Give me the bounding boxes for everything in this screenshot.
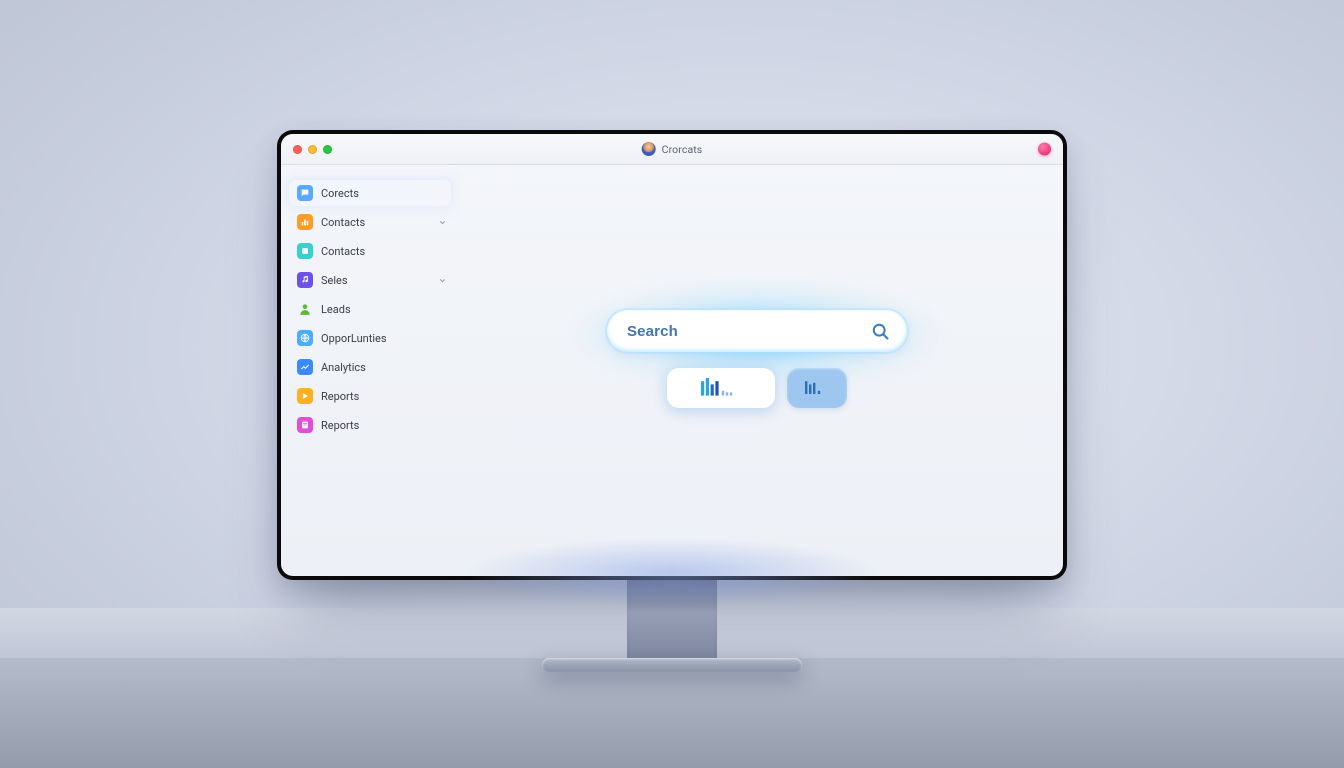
monitor: Crorcats Corects (277, 130, 1067, 672)
quick-chips (667, 368, 847, 408)
chart-chip-a[interactable] (667, 368, 775, 408)
analytics-icon (297, 359, 313, 375)
sidebar: Corects Contacts (281, 165, 451, 576)
chevron-down-icon (438, 275, 447, 288)
sidebar-item-sales[interactable]: Seles (289, 267, 451, 293)
chevron-down-icon (438, 217, 447, 230)
sidebar-item-corects[interactable]: Corects (289, 180, 451, 206)
bars-icon (701, 376, 741, 400)
titlebar-actions (1038, 143, 1051, 156)
sidebar-item-reports-2[interactable]: Reports (289, 412, 451, 438)
chart-chip-b[interactable] (787, 368, 847, 408)
person-icon (297, 301, 313, 317)
monitor-frame: Crorcats Corects (277, 130, 1067, 580)
desk-surface (0, 658, 1344, 768)
bars-icon (804, 378, 830, 398)
app-body: Corects Contacts (281, 165, 1063, 576)
sidebar-item-reports-1[interactable]: Reports (289, 383, 451, 409)
app-icon (297, 243, 313, 259)
sidebar-item-label: Leads (321, 303, 351, 316)
sidebar-item-label: Reports (321, 390, 359, 403)
main-area (451, 165, 1063, 576)
note-icon (297, 417, 313, 433)
sidebar-item-contacts-2[interactable]: Contacts (289, 238, 451, 264)
sidebar-item-contacts-1[interactable]: Contacts (289, 209, 451, 235)
sidebar-item-label: Corects (321, 187, 359, 200)
sidebar-item-label: Seles (321, 274, 348, 287)
sidebar-item-leads[interactable]: Leads (289, 296, 451, 322)
sidebar-item-analytics[interactable]: Analytics (289, 354, 451, 380)
zoom-window-button[interactable] (323, 145, 332, 154)
search-bar[interactable] (607, 310, 907, 352)
minimize-window-button[interactable] (308, 145, 317, 154)
play-icon (297, 388, 313, 404)
search-icon[interactable] (867, 318, 893, 344)
search-input[interactable] (625, 322, 867, 341)
message-icon (297, 185, 313, 201)
music-icon (297, 272, 313, 288)
close-window-button[interactable] (293, 145, 302, 154)
monitor-stand-neck (627, 580, 717, 660)
monitor-stand-foot (542, 658, 802, 672)
sidebar-item-opportunities[interactable]: OpporLunties (289, 325, 451, 351)
sidebar-item-label: Contacts (321, 245, 365, 258)
sidebar-item-label: Contacts (321, 216, 365, 229)
window-title-wrap: Crorcats (642, 142, 703, 156)
traffic-lights (293, 145, 332, 154)
chart-icon (297, 214, 313, 230)
notifications-button[interactable] (1038, 143, 1051, 156)
sidebar-item-label: Analytics (321, 361, 366, 374)
window-title: Crorcats (662, 143, 703, 156)
globe-icon (297, 330, 313, 346)
app-window: Crorcats Corects (281, 134, 1063, 576)
titlebar: Crorcats (281, 134, 1063, 165)
sidebar-item-label: Reports (321, 419, 359, 432)
sidebar-item-label: OpporLunties (321, 332, 387, 345)
user-avatar-icon (642, 142, 656, 156)
